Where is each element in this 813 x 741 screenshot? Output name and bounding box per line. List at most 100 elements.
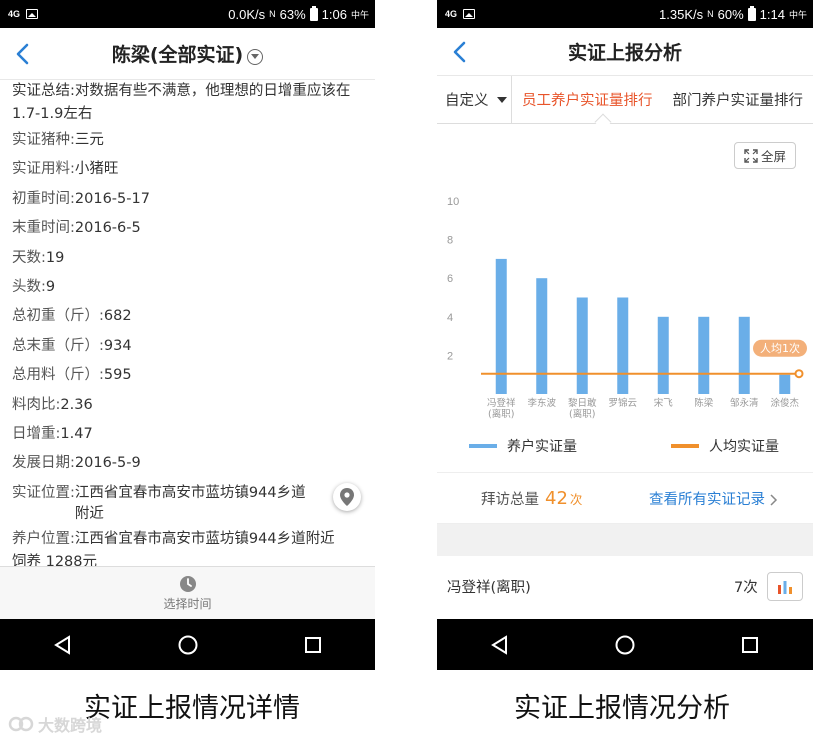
network-speed: 1.35K/s [659,6,704,22]
row-value: 饲养 1288元 [12,554,98,566]
row-value: 2016-6-5 [74,220,141,237]
view-all-label: 查看所有实证记录 [649,491,765,508]
nav-recents-icon[interactable] [302,634,324,656]
nav-back-icon[interactable] [52,634,74,656]
visit-total-label: 拜访总量 [481,491,539,508]
bar [536,278,548,394]
tab-department-ranking[interactable]: 部门养户实证量排行 [663,89,813,110]
signal-icon: 4G [445,8,458,19]
row-value: 19 [45,249,65,266]
nav-recents-icon[interactable] [739,634,761,656]
page-title-wrap[interactable]: 陈梁(全部实证) [111,40,264,67]
detail-row: 日增重:1.47 [12,420,363,449]
row-label: 养户位置: [12,530,75,547]
detail-list: 实证总结:对数据有些不满意，他理想的日增重应该在1.7-1.9左右 实证猪种:三… [0,80,375,566]
clock: 1:14 [759,6,785,22]
tab-employee-ranking[interactable]: 员工养户实证量排行 [512,89,663,110]
y-tick-label: 8 [447,235,453,247]
row-value: 江西省宜春市高安市蓝坊镇944乡道附近 [74,484,306,522]
bar [576,297,588,394]
x-tick-label-line2: (离职) [488,408,514,420]
nav-home-icon[interactable] [614,634,636,656]
back-arrow-icon[interactable] [449,40,473,64]
battery-percent: 63% [279,6,306,22]
row-value: 2.36 [60,396,93,413]
detail-screen: 4G 0.0K/s N 63% 1:06 中午 陈梁(全部实证) 实证总结:对数… [0,0,375,670]
detail-row: 初重时间:2016-5-17 [12,185,363,214]
row-label: 发展日期: [12,455,75,472]
clock-ampm: 中午 [788,9,807,20]
app-header: 实证上报分析 [437,28,813,76]
watermark-text: 大数跨境 [38,716,103,735]
caption-left: 实证上报情况详情 [84,693,300,724]
legend-item-bar[interactable]: 养户实证量 [469,436,577,456]
bar [698,316,710,394]
row-label: 天数: [12,249,46,266]
nav-home-icon[interactable] [177,634,199,656]
legend-label: 养户实证量 [507,439,577,455]
chevron-down-icon[interactable] [247,48,264,65]
detail-row: 头数:9 [12,273,363,302]
average-line-end-point [794,369,804,379]
detail-row: 料肉比:2.36 [12,391,363,420]
image-notification-icon [26,9,39,19]
section-divider [437,524,813,556]
analysis-screen: 4G 1.35K/s N 60% 1:14 中午 实证上报分析 自定义 员工养户… [437,0,813,670]
row-label: 总初重（斤）: [12,308,104,325]
summary-text: 实证总结:对数据有些不满意，他理想的日增重应该在1.7-1.9左右 [12,83,351,122]
detail-row: 天数:19 [12,244,363,273]
visit-total-value: 42 [545,487,568,509]
row-value: 1.47 [60,426,93,443]
clock: 1:06 [321,6,347,22]
visit-total-unit: 次 [569,491,583,507]
android-nav-bar [437,619,813,670]
nav-back-icon[interactable] [489,634,511,656]
view-all-records-link[interactable]: 查看所有实证记录 [649,488,778,509]
page-title: 实证上报分析 [567,42,682,64]
x-tick-label: 邹永清 [730,397,759,409]
location-pin-button[interactable] [333,482,361,511]
detail-row: 实证猪种:三元 [12,126,363,155]
bar [657,316,669,394]
legend-label: 人均实证量 [709,439,779,455]
row-value: 9 [45,279,56,296]
row-label: 末重时间: [12,220,75,237]
detail-row: 总初重（斤）:682 [12,302,363,331]
location-pin-icon [340,487,354,506]
battery-percent: 60% [717,6,744,22]
network-speed: 0.0K/s [228,6,266,22]
status-bar: 4G 0.0K/s N 63% 1:06 中午 [0,0,375,28]
detail-row: 实证用料:小猪旺 [12,155,363,184]
back-arrow-icon[interactable] [12,42,36,66]
legend-item-line[interactable]: 人均实证量 [671,436,779,456]
y-tick-label: 6 [447,273,453,285]
watermark-icon [8,716,34,732]
row-value: 934 [103,337,132,354]
bar-chart-icon [778,580,792,594]
row-value: 江西省宜春市高安市蓝坊镇944乡道附近 [74,530,335,547]
row-label: 实证猪种: [12,132,75,148]
page-title: 陈梁(全部实证) [111,44,244,66]
x-tick-label: 涂俊杰 [770,397,799,409]
row-label: 总用料（斤）: [12,367,104,384]
caption-right: 实证上报情况分析 [514,693,730,724]
watermark-logo: 大数跨境 [8,712,102,736]
list-item[interactable]: 冯登祥(离职) 7次 [437,556,813,616]
x-tick-label-line2: (离职) [569,408,595,420]
row-label: 实证用料: [12,161,75,178]
row-value: 2016-5-9 [74,455,141,472]
bar-chart-button[interactable] [767,572,803,601]
clock-ampm: 中午 [350,9,369,20]
chart-legend: 养户实证量 人均实证量 [437,436,813,460]
detail-row-location: 实证位置: 江西省宜春市高安市蓝坊镇944乡道附近 [12,479,363,525]
clock-icon [179,575,196,592]
signal-icon: 4G [8,8,21,19]
detail-row: 发展日期:2016-5-9 [12,449,363,478]
visit-total: 拜访总量 42 次 [481,488,582,509]
nfc-icon: N [707,9,714,19]
row-label: 总末重（斤）: [12,337,104,354]
custom-range-dropdown[interactable]: 自定义 [437,76,512,123]
caret-down-icon [496,96,507,103]
select-time-button[interactable]: 选择时间 [0,566,375,619]
row-value: 595 [103,367,132,384]
